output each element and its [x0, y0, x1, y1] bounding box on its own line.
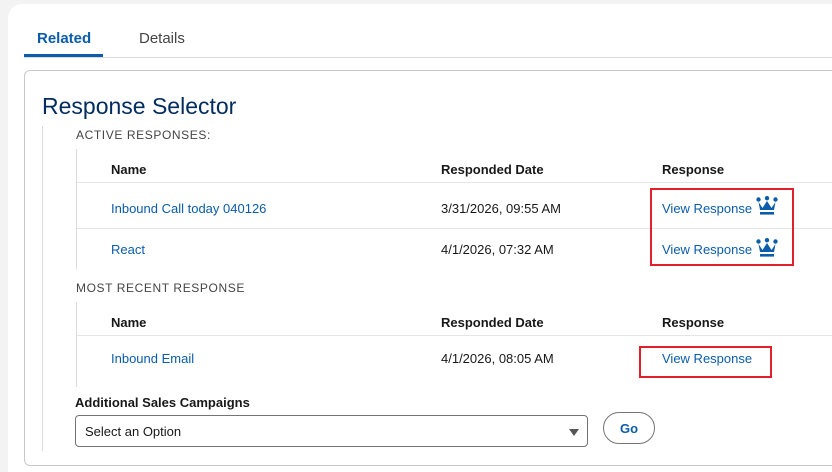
- tab-details[interactable]: Details: [139, 30, 185, 47]
- column-header-responded-date: Responded Date: [441, 315, 544, 330]
- card-title: Response Selector: [42, 93, 237, 119]
- column-header-responded-date: Responded Date: [441, 162, 544, 177]
- column-header-response: Response: [662, 315, 725, 330]
- page: Related Details Response Selector ACTIVE…: [8, 4, 832, 472]
- tab-bar: Related Details: [24, 4, 832, 58]
- responded-date: 4/1/2026, 07:32 AM: [441, 242, 554, 257]
- chevron-down-icon: [569, 429, 579, 436]
- most-recent-response-table: Name Responded Date Response Inbound Ema…: [76, 302, 832, 387]
- additional-sales-campaigns-label: Additional Sales Campaigns: [75, 395, 250, 410]
- response-selector-card: Response Selector ACTIVE RESPONSES: Name…: [24, 70, 832, 466]
- crown-icon: [756, 196, 778, 215]
- most-recent-response-label: MOST RECENT RESPONSE: [76, 281, 245, 295]
- column-header-name: Name: [111, 315, 147, 330]
- view-response-link[interactable]: View Response: [662, 351, 752, 366]
- table-row: React 4/1/2026, 07:32 AM View Response: [77, 230, 832, 270]
- response-name-link[interactable]: Inbound Call today 040126: [111, 201, 266, 216]
- select-placeholder: Select an Option: [85, 424, 182, 439]
- tab-related[interactable]: Related: [37, 30, 91, 47]
- active-responses-label: ACTIVE RESPONSES:: [76, 128, 211, 142]
- column-header-name: Name: [111, 162, 147, 177]
- sales-campaign-select[interactable]: Select an Option: [75, 415, 588, 447]
- column-header-response: Response: [662, 162, 725, 177]
- table-header-row: Name Responded Date Response: [77, 149, 832, 183]
- crown-icon: [756, 238, 778, 257]
- responded-date: 4/1/2026, 08:05 AM: [441, 351, 554, 366]
- table-header-row: Name Responded Date Response: [77, 302, 832, 336]
- table-row: Inbound Email 4/1/2026, 08:05 AM View Re…: [77, 337, 832, 382]
- active-responses-table: Name Responded Date Response Inbound Cal…: [76, 149, 832, 269]
- active-tab-indicator: [24, 54, 103, 57]
- response-name-link[interactable]: Inbound Email: [111, 351, 194, 366]
- table-row: Inbound Call today 040126 3/31/2026, 09:…: [77, 184, 832, 229]
- response-name-link[interactable]: React: [111, 242, 145, 257]
- view-response-link[interactable]: View Response: [662, 242, 752, 257]
- responded-date: 3/31/2026, 09:55 AM: [441, 201, 561, 216]
- go-button[interactable]: Go: [603, 412, 655, 444]
- view-response-link[interactable]: View Response: [662, 201, 752, 216]
